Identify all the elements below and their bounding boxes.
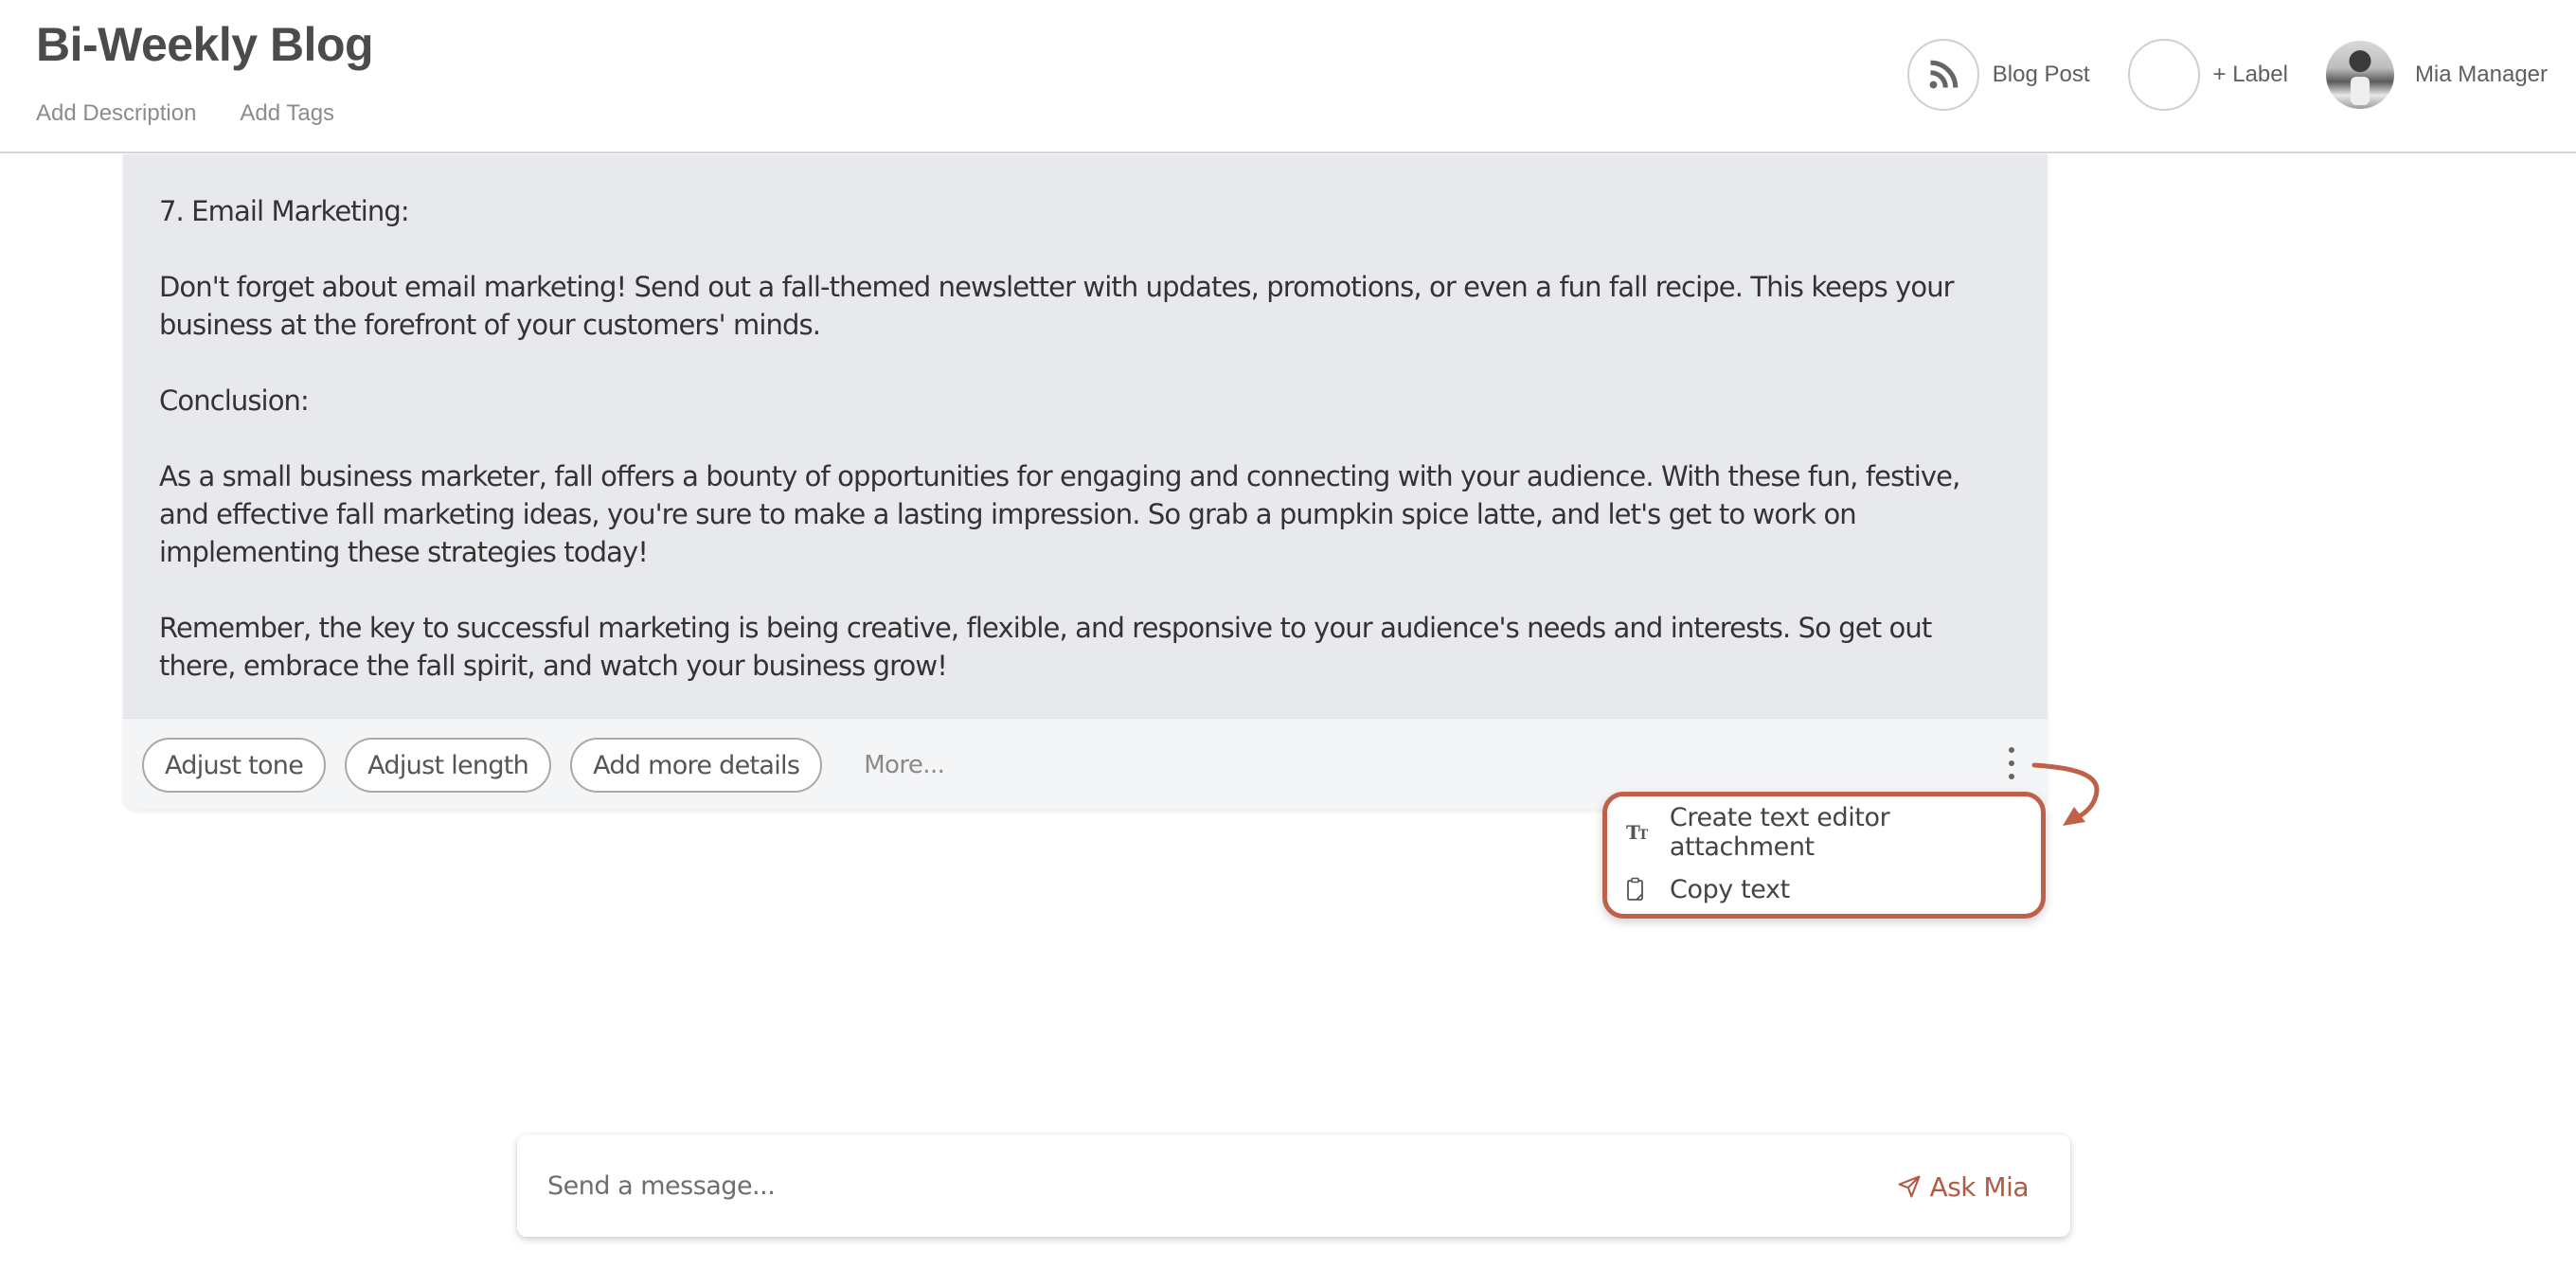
more-vertical-icon[interactable] xyxy=(2004,747,2019,779)
header-actions: Blog Post + Label Mia Manager xyxy=(1906,38,2548,112)
response-paragraph: Don't forget about email marketing! Send… xyxy=(159,271,1962,341)
menu-item-label: Create text editor attachment xyxy=(1669,803,1890,862)
response-text: 7. Email Marketing: Don't forget about e… xyxy=(123,154,2048,718)
message-composer: Ask Mia xyxy=(517,1134,2070,1237)
more-options-link[interactable]: More... xyxy=(864,751,945,779)
add-description-link[interactable]: Add Description xyxy=(36,100,196,127)
response-paragraph: 7. Email Marketing: xyxy=(159,195,410,227)
add-tags-link[interactable]: Add Tags xyxy=(240,100,334,127)
ai-response-card: 7. Email Marketing: Don't forget about e… xyxy=(123,154,2048,810)
copy-text-item[interactable]: Copy text xyxy=(1607,861,2041,918)
response-paragraph: Remember, the key to successful marketin… xyxy=(159,612,1940,682)
label-color-circle xyxy=(2127,39,2200,111)
content-type-button[interactable]: Blog Post xyxy=(1906,39,2090,111)
add-label-text: + Label xyxy=(2212,62,2288,87)
adjust-length-button[interactable]: Adjust length xyxy=(345,738,552,793)
ask-mia-label: Ask Mia xyxy=(1929,1170,2030,1203)
ask-mia-button[interactable]: Ask Mia xyxy=(1896,1165,2030,1208)
header-sub-links: Add Description Add Tags xyxy=(36,100,334,127)
response-paragraph: As a small business marketer, fall offer… xyxy=(159,460,1968,568)
content-type-label: Blog Post xyxy=(1992,62,2090,87)
add-more-details-button[interactable]: Add more details xyxy=(570,738,823,793)
user-name: Mia Manager xyxy=(2414,62,2548,87)
response-paragraph: Conclusion: xyxy=(159,384,310,417)
suggestion-chips: Adjust tone Adjust length Add more detai… xyxy=(142,738,945,793)
response-options-menu: TT Create text editor attachment Copy te… xyxy=(1602,792,2046,919)
adjust-tone-button[interactable]: Adjust tone xyxy=(142,738,327,793)
send-icon xyxy=(1897,1175,1921,1198)
page-title: Bi-Weekly Blog xyxy=(36,18,374,71)
avatar xyxy=(2325,41,2394,109)
content-type-circle xyxy=(1906,39,1979,111)
message-input[interactable] xyxy=(547,1163,1779,1208)
text-format-icon: TT xyxy=(1626,821,1648,844)
user-menu[interactable]: Mia Manager xyxy=(2325,41,2548,109)
page-header: Bi-Weekly Blog Add Description Add Tags … xyxy=(0,0,2576,153)
create-text-editor-attachment-item[interactable]: TT Create text editor attachment xyxy=(1607,803,2041,862)
rss-icon xyxy=(1929,60,1959,89)
menu-item-label: Copy text xyxy=(1670,874,1790,904)
add-label-button[interactable]: + Label xyxy=(2127,39,2288,111)
clipboard-icon xyxy=(1626,877,1655,902)
